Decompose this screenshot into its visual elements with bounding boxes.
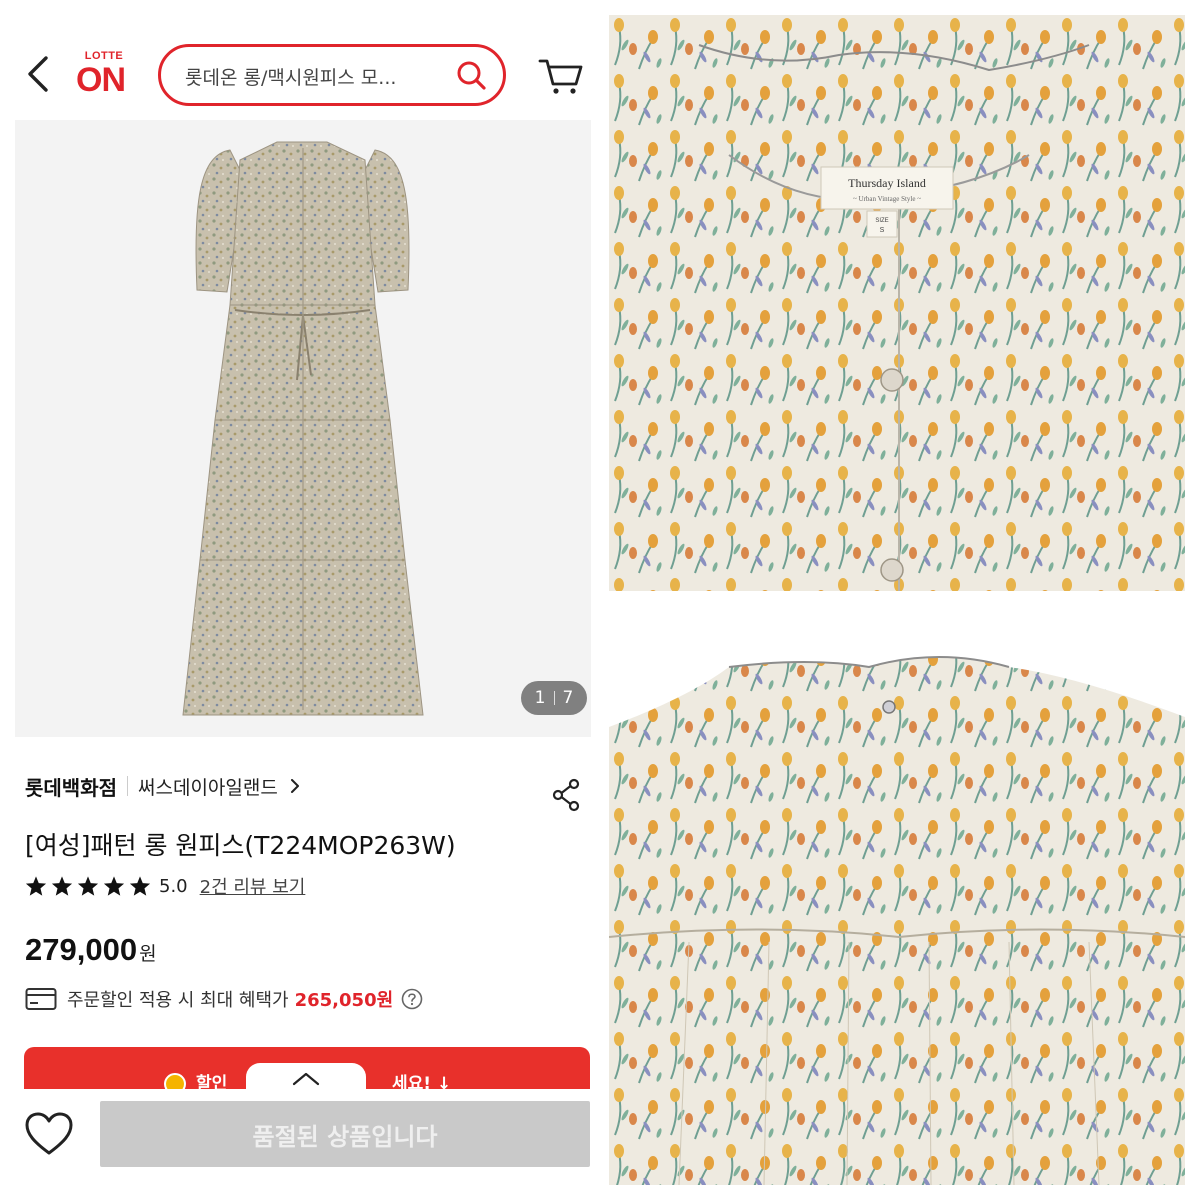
- floral-fabric-image: [609, 637, 1185, 1185]
- heart-icon[interactable]: [24, 1111, 74, 1157]
- lotte-on-logo[interactable]: LOTTE ON: [74, 50, 134, 102]
- chevron-right-icon[interactable]: [290, 779, 300, 793]
- size-value: S: [880, 227, 885, 234]
- search-icon[interactable]: [455, 59, 487, 91]
- product-screen: LOTTE ON 롯데온 롱/맥시원피스 모... 1 7 롯데백화점 써스데이…: [0, 0, 600, 1200]
- price: 279,000 원: [25, 932, 157, 968]
- benefit-row: 주문할인 적용 시 최대 혜택가 265,050원: [25, 984, 423, 1014]
- pager-total: 7: [562, 688, 574, 708]
- star-icon: [129, 876, 151, 896]
- brand-divider: [127, 776, 128, 796]
- top-header: LOTTE ON: [0, 28, 600, 120]
- rating-row: 5.0 2건 리뷰 보기: [25, 872, 305, 900]
- search-bar[interactable]: [158, 44, 506, 106]
- coupon-right-text: 세요! ↓: [392, 1074, 452, 1089]
- share-icon[interactable]: [551, 778, 581, 812]
- brand-name[interactable]: 써스데이아일랜드: [138, 773, 278, 800]
- fabric-label-tagline: ~ Urban Vintage Style ~: [853, 195, 921, 203]
- logo-main-text: ON: [76, 61, 126, 99]
- price-value: 279,000: [25, 932, 138, 967]
- floral-fabric-image: Thursday Island ~ Urban Vintage Style ~ …: [609, 15, 1185, 591]
- coin-icon: [164, 1073, 186, 1089]
- star-icon: [103, 876, 125, 896]
- coupon-left-text: 할인: [196, 1074, 228, 1089]
- star-icon: [77, 876, 99, 896]
- bottom-action-bar: 품절된 상품입니다: [0, 1097, 600, 1200]
- pager-divider: [553, 691, 555, 705]
- fabric-label-brand: Thursday Island: [848, 176, 926, 190]
- rating-value: 5.0: [159, 875, 188, 897]
- review-link[interactable]: 2건 리뷰 보기: [200, 873, 306, 899]
- card-icon: [25, 988, 57, 1010]
- cart-icon[interactable]: [538, 56, 584, 96]
- chevron-up-icon: [292, 1072, 320, 1086]
- back-button[interactable]: [20, 52, 56, 96]
- product-title: [여성]패턴 롱 원피스(T224MOP263W): [25, 831, 456, 860]
- detail-photo-yoke: [609, 637, 1185, 1185]
- pager-current: 1: [534, 688, 546, 708]
- star-icon: [51, 876, 73, 896]
- search-input[interactable]: [183, 61, 443, 91]
- brand-row: 롯데백화점 써스데이아일랜드: [25, 770, 585, 802]
- collapse-tab[interactable]: [246, 1063, 366, 1097]
- help-icon[interactable]: [401, 988, 423, 1010]
- image-pager: 1 7: [521, 681, 587, 715]
- product-image[interactable]: 1 7: [15, 120, 591, 737]
- dress-image: [182, 141, 424, 716]
- chevron-left-icon: [28, 56, 48, 92]
- soldout-button[interactable]: 품절된 상품입니다: [100, 1101, 590, 1167]
- size-label: SIZE: [875, 218, 888, 224]
- detail-photo-collar: Thursday Island ~ Urban Vintage Style ~ …: [609, 15, 1185, 591]
- benefit-price: 265,050원: [294, 990, 394, 1011]
- store-name[interactable]: 롯데백화점: [25, 772, 117, 801]
- price-unit: 원: [139, 944, 157, 965]
- star-rating: [25, 875, 155, 897]
- star-icon: [25, 876, 47, 896]
- benefit-text: 주문할인 적용 시 최대 혜택가: [67, 990, 289, 1011]
